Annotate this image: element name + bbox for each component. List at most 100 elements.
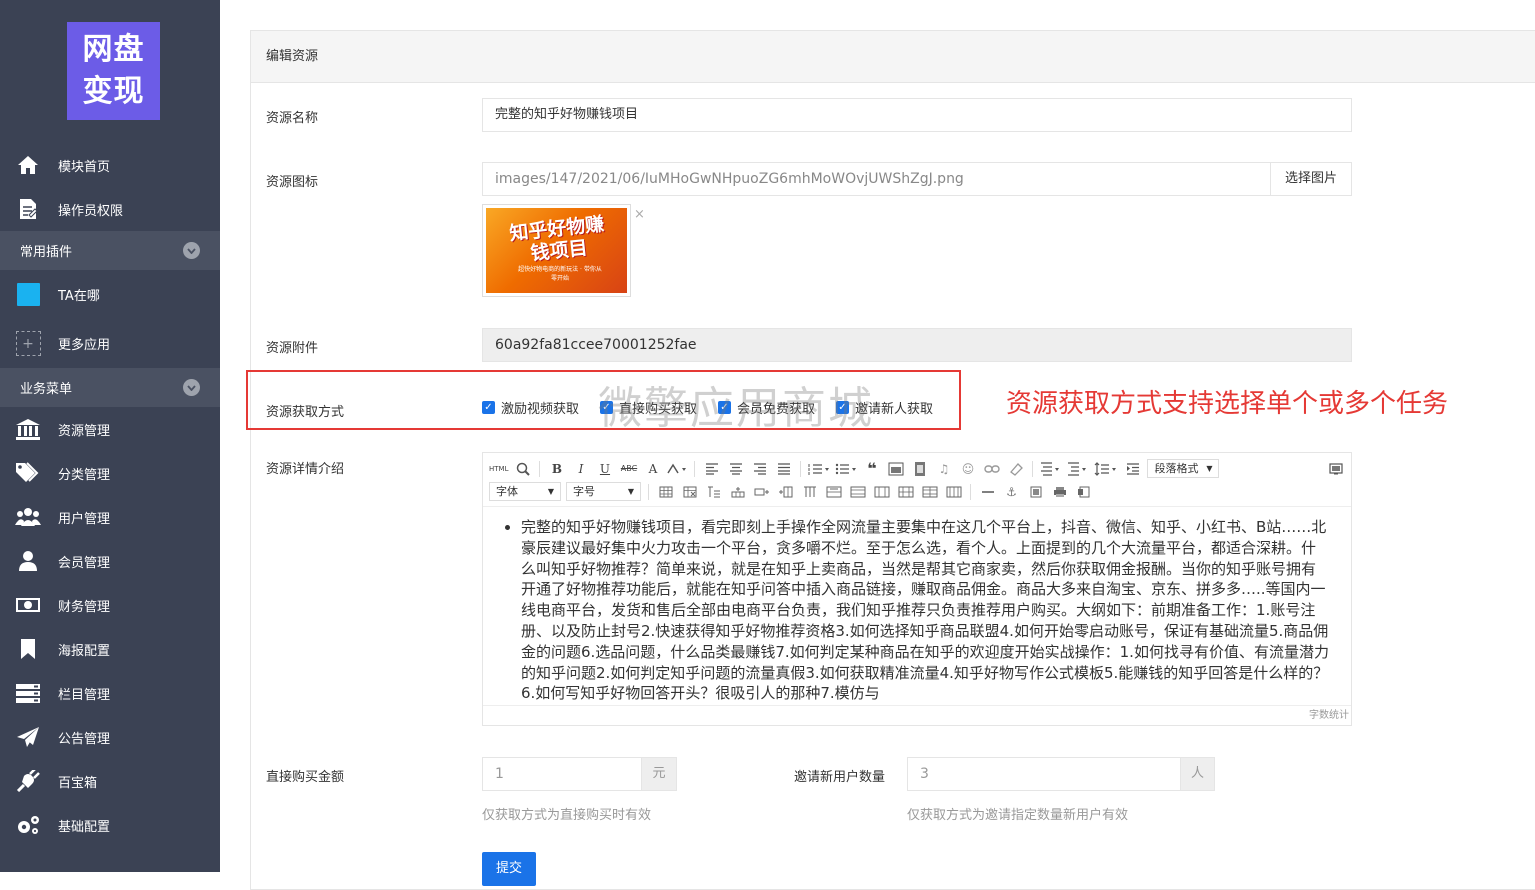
- buy-price-input[interactable]: 1: [482, 757, 642, 791]
- ordered-list-icon[interactable]: [808, 460, 830, 478]
- row-spacing-top-icon[interactable]: [1040, 460, 1062, 478]
- font-color-button[interactable]: A: [643, 460, 662, 478]
- preview-icon[interactable]: [1074, 483, 1093, 501]
- acquire-method-label: 资源获取方式: [266, 405, 345, 420]
- nav-item-poster[interactable]: 海报配置: [0, 627, 220, 671]
- resource-attachment-label: 资源附件: [266, 341, 319, 356]
- image-icon[interactable]: [886, 460, 905, 478]
- nav-item-finance[interactable]: 财务管理: [0, 583, 220, 627]
- chevron-down-icon: [183, 379, 200, 396]
- underline-button[interactable]: U: [595, 460, 614, 478]
- invite-help-text: 仅获取方式为邀请指定数量新用户有效: [907, 808, 1129, 823]
- indent-icon[interactable]: [1123, 460, 1142, 478]
- nav-item-toolbox[interactable]: 百宝箱: [0, 759, 220, 803]
- nav-item-members[interactable]: 会员管理: [0, 539, 220, 583]
- insert-table-icon[interactable]: [656, 483, 675, 501]
- editor-toolbar: HTML B I U ABC A ❝ ♫ ☺ 段落格式 ▼ 字体 ▼ 字号 ▼ …: [483, 453, 1351, 507]
- merge-down-icon[interactable]: [872, 483, 891, 501]
- submit-button[interactable]: 提交: [482, 852, 536, 886]
- nav-item-label: 栏目管理: [58, 687, 111, 703]
- watermark: 微擎应用商城: [598, 383, 874, 434]
- gears-icon: [15, 814, 41, 836]
- checkbox-checked-icon: ✓: [482, 401, 495, 414]
- split-rows-icon[interactable]: [920, 483, 939, 501]
- chevron-down-icon: ▼: [627, 487, 634, 496]
- html-source-button[interactable]: HTML: [489, 460, 508, 478]
- blockquote-icon[interactable]: ❝: [862, 459, 881, 478]
- font-family-select[interactable]: 字体 ▼: [489, 482, 561, 501]
- zoom-icon[interactable]: [513, 460, 532, 478]
- align-right-icon[interactable]: [750, 460, 769, 478]
- toolbar-row-2: 字体 ▼ 字号 ▼ ⚓: [489, 480, 1345, 503]
- nav-group-plugins[interactable]: 常用插件: [0, 231, 220, 270]
- split-cols-icon[interactable]: [944, 483, 963, 501]
- resource-name-label: 资源名称: [266, 111, 319, 126]
- insert-paragraph-icon[interactable]: [704, 483, 723, 501]
- nav-group-business[interactable]: 业务菜单: [0, 368, 220, 407]
- video-icon[interactable]: [910, 460, 929, 478]
- nav-item-label: 百宝箱: [58, 775, 98, 791]
- music-icon[interactable]: ♫: [934, 460, 953, 478]
- resource-icon-path-input[interactable]: images/147/2021/06/IuMHoGwNHpuoZG6mhMoWO…: [482, 162, 1271, 196]
- anchor-icon[interactable]: ⚓: [1002, 483, 1021, 501]
- print-icon[interactable]: [1050, 483, 1069, 501]
- nav-item-announcements[interactable]: 公告管理: [0, 715, 220, 759]
- row-spacing-bottom-icon[interactable]: [1067, 460, 1089, 478]
- highlight-color-icon[interactable]: [667, 460, 687, 478]
- logo-area: 网盘 变现: [0, 0, 220, 143]
- app-logo[interactable]: 网盘 变现: [67, 22, 160, 120]
- nav-item-categories[interactable]: 分类管理: [0, 451, 220, 495]
- nav-item-operator-permissions[interactable]: 操作员权限: [0, 187, 220, 231]
- eraser-icon[interactable]: [1006, 460, 1025, 478]
- remove-image-icon[interactable]: ×: [634, 207, 645, 222]
- fullscreen-icon[interactable]: [1326, 460, 1345, 478]
- nav-item-columns[interactable]: 栏目管理: [0, 671, 220, 715]
- emotion-icon[interactable]: ☺: [958, 460, 977, 478]
- nav-group-label: 常用插件: [20, 245, 73, 260]
- nav-item-label: 公告管理: [58, 731, 111, 747]
- nav-item-label: 海报配置: [58, 643, 111, 659]
- users-icon: [15, 506, 41, 528]
- nav-item-users[interactable]: 用户管理: [0, 495, 220, 539]
- strikethrough-button[interactable]: ABC: [619, 460, 638, 478]
- nav-item-resources[interactable]: 资源管理: [0, 407, 220, 451]
- align-center-icon[interactable]: [726, 460, 745, 478]
- toolbar-separator: [1032, 460, 1034, 477]
- italic-button[interactable]: I: [571, 460, 590, 478]
- bold-button[interactable]: B: [547, 460, 566, 478]
- insert-col-icon[interactable]: [776, 483, 795, 501]
- editor-content[interactable]: 完整的知乎好物赚钱项目，看完即刻上手操作全网流量主要集中在这几个平台上，抖音、微…: [483, 507, 1351, 707]
- merge-right-icon[interactable]: [848, 483, 867, 501]
- plug-icon: [15, 770, 41, 792]
- thumbnail-image: 知乎好物赚钱项目 超快好物电商的新玩法 · 带你从零开始: [486, 208, 627, 293]
- nav-item-label: 更多应用: [58, 338, 111, 353]
- merge-cells-icon[interactable]: [824, 483, 843, 501]
- resource-name-input[interactable]: 完整的知乎好物赚钱项目: [482, 98, 1352, 132]
- nav-item-module-home[interactable]: 模块首页: [0, 143, 220, 187]
- link-icon[interactable]: [982, 460, 1001, 478]
- delete-col-icon[interactable]: [800, 483, 819, 501]
- nav-item-more-apps[interactable]: + 更多应用: [0, 319, 220, 368]
- horizontal-rule-icon[interactable]: [978, 483, 997, 501]
- method-checkbox-video[interactable]: ✓ 激励视频获取: [482, 398, 579, 417]
- split-cells-icon[interactable]: [896, 483, 915, 501]
- delete-table-icon[interactable]: [680, 483, 699, 501]
- insert-frame-icon[interactable]: [1026, 483, 1045, 501]
- font-size-select[interactable]: 字号 ▼: [566, 482, 641, 501]
- sidebar: 网盘 变现 模块首页 操作员权限 常用插件 TA在哪 + 更多应用 业务菜单 资…: [0, 0, 220, 872]
- paragraph-format-select[interactable]: 段落格式 ▼: [1147, 459, 1220, 478]
- insert-row-icon[interactable]: [728, 483, 747, 501]
- toolbar-separator: [970, 483, 971, 500]
- line-height-icon[interactable]: [1094, 460, 1118, 478]
- bank-icon: [15, 418, 41, 440]
- align-left-icon[interactable]: [702, 460, 721, 478]
- invite-count-input[interactable]: 3: [907, 757, 1181, 791]
- align-justify-icon[interactable]: [774, 460, 793, 478]
- money-icon: [15, 594, 41, 616]
- unordered-list-icon[interactable]: [835, 460, 857, 478]
- delete-row-icon[interactable]: [752, 483, 771, 501]
- choose-image-button[interactable]: 选择图片: [1270, 162, 1352, 196]
- nav-item-label: TA在哪: [58, 289, 100, 304]
- nav-item-ta[interactable]: TA在哪: [0, 270, 220, 319]
- nav-item-basic-config[interactable]: 基础配置: [0, 803, 220, 847]
